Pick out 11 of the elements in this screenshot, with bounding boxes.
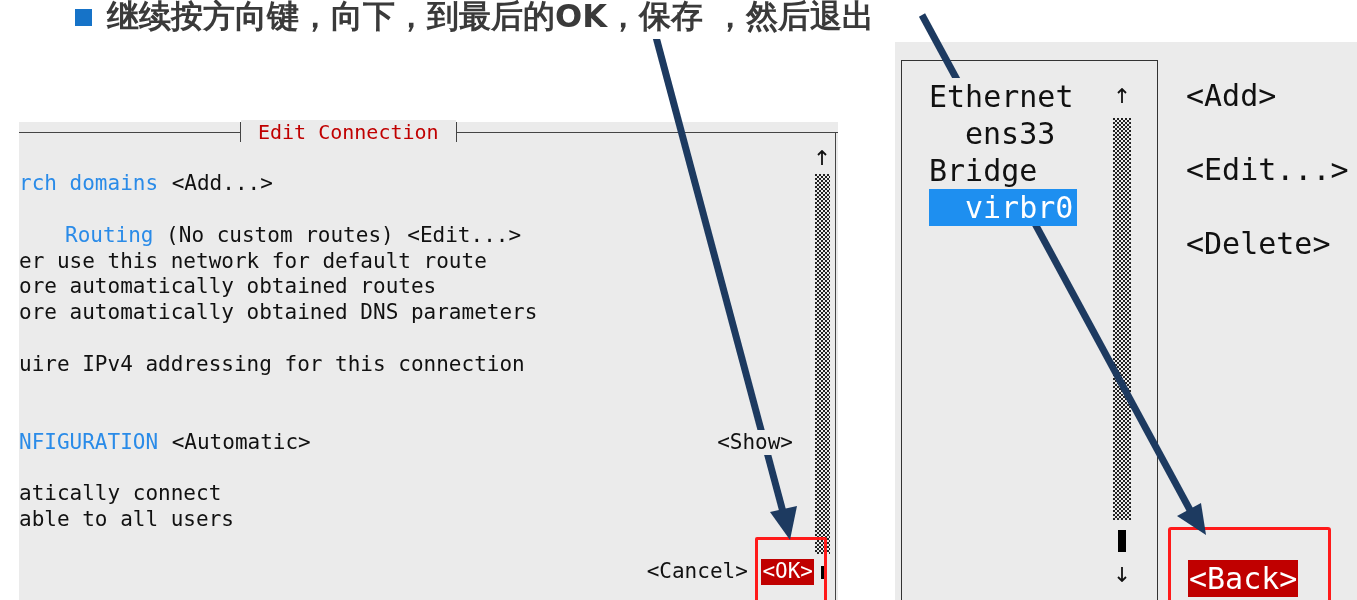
scroll-down-icon [1117,566,1127,582]
scrollbar-thumb[interactable] [1118,530,1126,552]
show-button[interactable]: <Show> [716,429,794,456]
back-button[interactable]: <Back> [1188,560,1299,597]
highlight-frame [755,537,827,600]
option-text: uire IPv4 addressing for this connection [19,352,525,378]
scroll-up-icon [817,150,827,166]
scroll-up-icon [1117,88,1127,104]
bullet-icon [75,8,92,26]
dialog-button[interactable]: <OK> [761,558,814,585]
scrollbar-thumb[interactable] [820,566,826,579]
